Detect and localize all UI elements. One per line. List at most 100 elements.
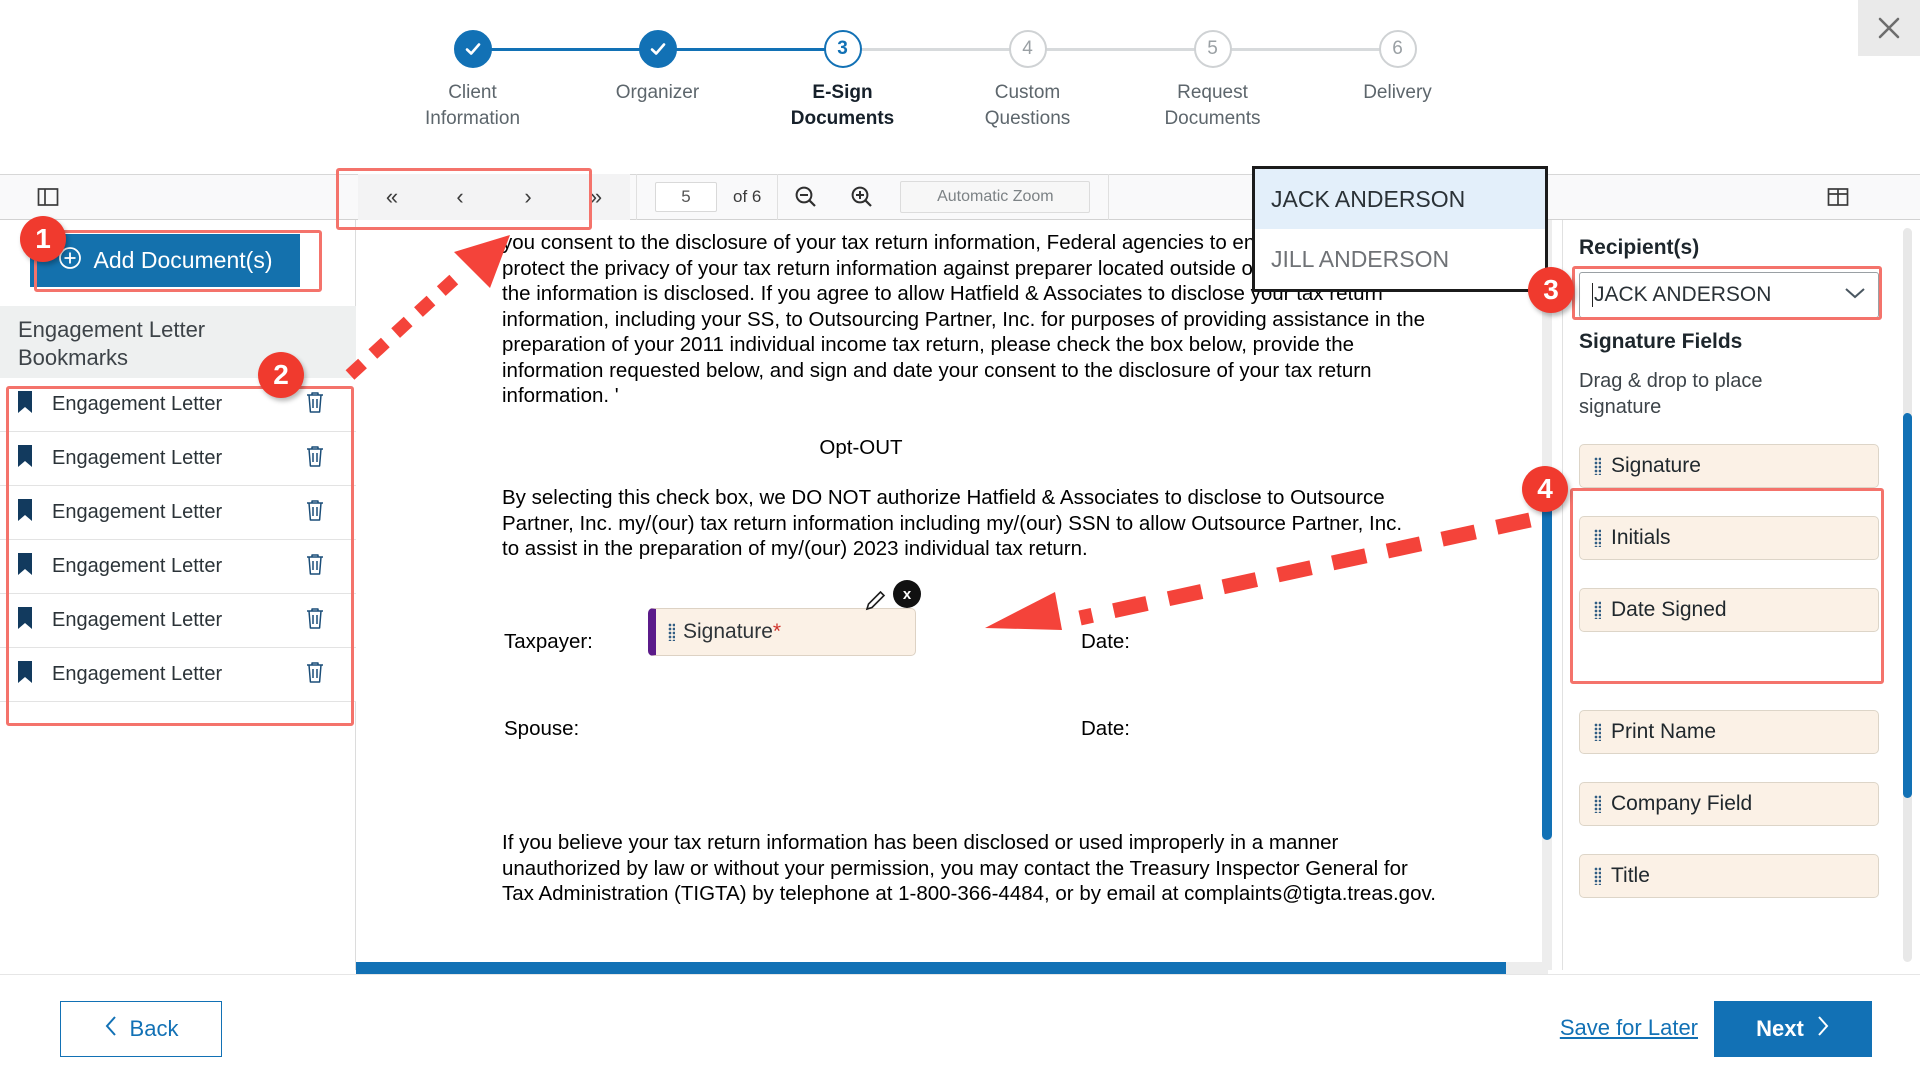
remove-signature-icon[interactable]: x bbox=[893, 580, 921, 608]
placed-signature-label: Signature bbox=[683, 620, 773, 643]
bookmark-row[interactable]: Engagement Letter bbox=[0, 594, 356, 648]
annotation-badge-4: 4 bbox=[1522, 466, 1568, 512]
document-paragraph-2: By selecting this check box, we DO NOT a… bbox=[502, 486, 1403, 560]
stepper-number: 4 bbox=[1008, 30, 1047, 68]
back-button[interactable]: Back bbox=[60, 1001, 222, 1057]
spouse-label: Spouse: bbox=[504, 717, 580, 740]
zoom-out-icon[interactable] bbox=[778, 174, 834, 220]
bookmark-row[interactable]: Engagement Letter bbox=[0, 540, 356, 594]
trash-icon[interactable] bbox=[304, 444, 340, 473]
check-icon bbox=[638, 30, 677, 68]
drag-grip-icon bbox=[1594, 867, 1601, 885]
annotation-badge-1: 1 bbox=[20, 216, 66, 262]
drag-grip-icon bbox=[1594, 795, 1601, 813]
stepper-step-3[interactable]: 3 E-Sign Documents bbox=[758, 30, 928, 131]
stepper-step-5[interactable]: 5 Request Documents bbox=[1128, 30, 1298, 131]
previous-page-button[interactable]: ‹ bbox=[426, 174, 494, 220]
chevron-down-icon bbox=[1844, 286, 1866, 305]
chevron-right-icon bbox=[1816, 1015, 1830, 1043]
stepper-step-2[interactable]: Organizer bbox=[573, 30, 743, 106]
sidebar-toggle-icon[interactable] bbox=[28, 174, 68, 220]
field-chip-label: Title bbox=[1611, 864, 1650, 887]
required-asterisk: * bbox=[772, 620, 782, 643]
drag-grip-icon bbox=[1594, 723, 1601, 741]
field-chip-label: Initials bbox=[1611, 526, 1671, 549]
annotation-badge-2: 2 bbox=[258, 352, 304, 398]
next-button[interactable]: Next bbox=[1714, 1001, 1872, 1057]
stepper-step-label: Organizer bbox=[615, 82, 700, 103]
stepper-step-label: Delivery bbox=[1363, 82, 1432, 103]
recipient-dropdown-list[interactable]: JACK ANDERSON JILL ANDERSON bbox=[1252, 166, 1548, 292]
signature-field-company-field[interactable]: Company Field bbox=[1579, 782, 1879, 826]
add-documents-label: Add Document(s) bbox=[93, 247, 273, 273]
stepper-step-label: Request Documents bbox=[1164, 82, 1261, 129]
bookmark-icon bbox=[16, 444, 46, 473]
last-page-button[interactable]: » bbox=[562, 174, 630, 220]
viewer-vertical-scroll-thumb[interactable] bbox=[1542, 480, 1552, 840]
signature-field-date-signed[interactable]: Date Signed bbox=[1579, 588, 1879, 632]
close-icon[interactable] bbox=[1858, 0, 1920, 56]
drag-grip-icon bbox=[668, 623, 675, 641]
check-icon bbox=[453, 30, 492, 68]
stepper-number: 6 bbox=[1378, 30, 1417, 68]
bookmark-label: Engagement Letter bbox=[52, 447, 223, 469]
bookmark-row[interactable]: Engagement Letter bbox=[0, 432, 356, 486]
field-chip-label: Date Signed bbox=[1611, 598, 1727, 621]
add-documents-button[interactable]: Add Document(s) bbox=[30, 234, 300, 287]
bookmark-label: Engagement Letter bbox=[52, 609, 223, 631]
page-number-input[interactable]: 5 bbox=[655, 182, 717, 212]
stepper-connector bbox=[842, 48, 1028, 51]
recipient-option[interactable]: JACK ANDERSON bbox=[1255, 169, 1545, 229]
trash-icon[interactable] bbox=[304, 606, 340, 635]
bookmark-icon bbox=[16, 498, 46, 527]
bookmark-row[interactable]: Engagement Letter bbox=[0, 486, 356, 540]
bookmark-label: Engagement Letter bbox=[52, 501, 223, 523]
page-count-label: of 6 bbox=[733, 187, 762, 206]
save-for-later-link[interactable]: Save for Later bbox=[1560, 1015, 1698, 1041]
documents-sidebar: Add Document(s) Engagement Letter Bookma… bbox=[0, 220, 356, 970]
trash-icon[interactable] bbox=[304, 498, 340, 527]
panel-toggle-icon[interactable] bbox=[1818, 174, 1858, 220]
signature-fields-panel: Recipient(s) JACK ANDERSON Signature Fie… bbox=[1562, 220, 1920, 970]
trash-icon[interactable] bbox=[304, 390, 340, 419]
trash-icon[interactable] bbox=[304, 552, 340, 581]
stepper-step-label: Custom Questions bbox=[984, 82, 1071, 129]
signature-field-print-name[interactable]: Print Name bbox=[1579, 710, 1879, 754]
stepper-step-4[interactable]: 4 Custom Questions bbox=[943, 30, 1113, 131]
signature-field-signature[interactable]: Signature bbox=[1579, 444, 1879, 488]
stepper-connector bbox=[1212, 48, 1398, 51]
next-page-button[interactable]: › bbox=[494, 174, 562, 220]
first-page-button[interactable]: « bbox=[358, 174, 426, 220]
stepper-number: 5 bbox=[1193, 30, 1232, 68]
stepper-step-1[interactable]: Client Information bbox=[388, 30, 558, 131]
bookmark-row[interactable]: Engagement Letter bbox=[0, 378, 356, 432]
chevron-left-icon bbox=[104, 1015, 118, 1043]
bookmark-icon bbox=[16, 660, 46, 689]
viewer-vertical-scrollbar[interactable] bbox=[1542, 220, 1552, 970]
recipient-option[interactable]: JILL ANDERSON bbox=[1255, 229, 1545, 289]
bookmark-row[interactable]: Engagement Letter bbox=[0, 648, 356, 702]
viewer-horizontal-scrollbar[interactable] bbox=[356, 962, 1548, 974]
panel-scrollbar[interactable] bbox=[1903, 228, 1912, 962]
pencil-icon[interactable] bbox=[862, 587, 890, 620]
panel-scroll-thumb[interactable] bbox=[1903, 413, 1912, 798]
trash-icon[interactable] bbox=[304, 660, 340, 689]
stepper-step-6[interactable]: 6 Delivery bbox=[1313, 30, 1483, 106]
field-chip-label: Signature bbox=[1611, 454, 1701, 477]
viewer-horizontal-scroll-thumb[interactable] bbox=[356, 962, 1506, 974]
next-label: Next bbox=[1756, 1016, 1804, 1041]
pdf-viewer[interactable]: you consent to the disclosure of your ta… bbox=[356, 220, 1548, 970]
bookmarks-title: Engagement Letter Bookmarks bbox=[18, 317, 206, 370]
document-paragraph-3: If you believe your tax return informati… bbox=[502, 831, 1436, 905]
zoom-in-icon[interactable] bbox=[834, 174, 890, 220]
recipient-selected-value: JACK ANDERSON bbox=[1592, 283, 1772, 307]
bookmark-label: Engagement Letter bbox=[52, 393, 223, 415]
zoom-level-select[interactable]: Automatic Zoom bbox=[900, 181, 1091, 213]
optout-heading: Opt-OUT bbox=[819, 436, 903, 459]
signature-fields-label: Signature Fields bbox=[1579, 330, 1743, 353]
signature-field-title[interactable]: Title bbox=[1579, 854, 1879, 898]
recipients-label: Recipient(s) bbox=[1579, 236, 1700, 259]
signature-field-initials[interactable]: Initials bbox=[1579, 516, 1879, 560]
recipient-select[interactable]: JACK ANDERSON bbox=[1579, 272, 1879, 318]
stepper-connector bbox=[657, 48, 843, 51]
